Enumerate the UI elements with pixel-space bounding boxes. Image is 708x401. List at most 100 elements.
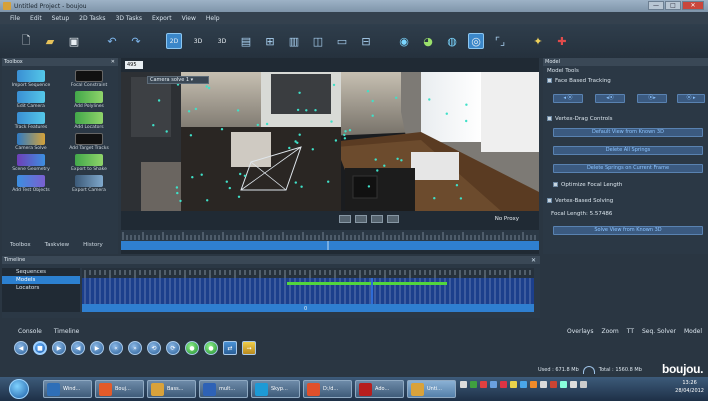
view-3d-alt-icon[interactable]: 3D: [214, 33, 230, 49]
menu-help[interactable]: Help: [206, 15, 220, 22]
vertex-solving-toggle[interactable]: Vertex-Based Solving: [547, 198, 613, 204]
step-back-icon[interactable]: ◀: [71, 341, 85, 355]
network-icon[interactable]: [580, 381, 587, 388]
planet-icon[interactable]: ◉: [396, 33, 412, 49]
tab-zoom[interactable]: Zoom: [601, 328, 618, 335]
minimize-button[interactable]: —: [648, 1, 664, 10]
tool-focal-constraint[interactable]: Focal Constraint: [60, 70, 118, 88]
maximize-button[interactable]: □: [665, 1, 681, 10]
tray-icon-3[interactable]: [480, 381, 487, 388]
menu-3d-tasks[interactable]: 3D Tasks: [116, 15, 142, 22]
new-file-icon[interactable]: 🗋: [18, 33, 34, 49]
prev-key-icon[interactable]: ⟲: [147, 341, 161, 355]
tray-icon-1[interactable]: [460, 381, 467, 388]
taskbar-item[interactable]: Unti...: [407, 380, 456, 398]
tray-icon-8[interactable]: [530, 381, 537, 388]
volume-icon[interactable]: [570, 381, 577, 388]
timeline-tracks[interactable]: 0: [82, 268, 534, 312]
vertex-drag-checkbox[interactable]: [547, 116, 552, 121]
menu-edit[interactable]: Edit: [30, 15, 42, 22]
system-clock[interactable]: 13:26 28/04/2012: [675, 379, 704, 395]
tray-icon-5[interactable]: [500, 381, 507, 388]
save-icon[interactable]: ▣: [66, 33, 82, 49]
loop-icon[interactable]: ⇄: [223, 341, 237, 355]
record-next-icon[interactable]: ●: [204, 341, 218, 355]
tree-item-sequences[interactable]: Sequences: [2, 268, 80, 276]
tab-tt[interactable]: TT: [627, 328, 634, 335]
view-2d-icon[interactable]: 2D: [166, 33, 182, 49]
face-tracking-checkbox[interactable]: [547, 78, 552, 83]
tray-icon-6[interactable]: [510, 381, 517, 388]
tab-console[interactable]: Console: [18, 328, 42, 335]
tree-item-models[interactable]: Models: [2, 276, 80, 284]
menu-view[interactable]: View: [182, 15, 196, 22]
grid-icon[interactable]: ⊞: [262, 33, 278, 49]
taskbar-item[interactable]: Wind...: [43, 380, 92, 398]
menu-2d-tasks[interactable]: 2D Tasks: [79, 15, 105, 22]
tab-toolbox[interactable]: Toolbox: [10, 242, 31, 248]
tool-track-features[interactable]: Track Features: [2, 112, 60, 130]
menu-file[interactable]: File: [10, 15, 20, 22]
tray-icon-10[interactable]: [550, 381, 557, 388]
delete-springs-frame-button[interactable]: Delete Springs on Current Frame: [553, 164, 703, 173]
tool-export-camera[interactable]: Export Camera: [60, 175, 118, 193]
play-icon[interactable]: ▶: [52, 341, 66, 355]
menu-export[interactable]: Export: [152, 15, 172, 22]
fast-forward-icon[interactable]: »: [128, 341, 142, 355]
focal-length-value[interactable]: 5.57486: [590, 211, 613, 217]
close-button[interactable]: ✕: [682, 1, 704, 10]
tool-add-locators[interactable]: Add Locators: [60, 112, 118, 130]
tool-add-polylines[interactable]: Add Polylines: [60, 91, 118, 109]
globe-icon[interactable]: ◕: [420, 33, 436, 49]
layout-split-icon[interactable]: ◫: [310, 33, 326, 49]
face-back-button[interactable]: ◂⦿: [595, 94, 625, 103]
tree-item-locators[interactable]: Locators: [2, 284, 80, 292]
tool-edit-camera[interactable]: Edit Camera: [2, 91, 60, 109]
viewport-ctrl-4[interactable]: [387, 215, 399, 223]
tool-scene-geometry[interactable]: Scene Geometry: [2, 154, 60, 172]
view-3d-icon[interactable]: 3D: [190, 33, 206, 49]
next-key-icon[interactable]: ⟳: [166, 341, 180, 355]
face-tracking-toggle[interactable]: Face Based Tracking: [547, 78, 611, 84]
default-view-button[interactable]: Default View from Known 3D: [553, 128, 703, 137]
layout-wide-icon[interactable]: ▭: [334, 33, 350, 49]
rewind-icon[interactable]: «: [109, 341, 123, 355]
tray-icon-9[interactable]: [540, 381, 547, 388]
optimize-focal-toggle[interactable]: Optimize Focal Length: [553, 182, 622, 188]
tool-add-test-objects[interactable]: Add Test Objects: [2, 175, 60, 193]
tray-icon-4[interactable]: [490, 381, 497, 388]
layout-icon[interactable]: ▥: [286, 33, 302, 49]
image-icon[interactable]: ▤: [238, 33, 254, 49]
frame-scrubber[interactable]: [121, 230, 539, 250]
marker-icon[interactable]: ✚: [554, 33, 570, 49]
face-next-button[interactable]: ⦿ ▸: [677, 94, 705, 103]
camera-solve-select[interactable]: Camera solve 1 ▾: [147, 76, 209, 84]
delete-all-springs-button[interactable]: Delete All Springs: [553, 146, 703, 155]
undo-icon[interactable]: ↶: [104, 33, 120, 49]
viewport-ctrl-1[interactable]: [339, 215, 351, 223]
vertex-solving-checkbox[interactable]: [547, 198, 552, 203]
layout-tiles-icon[interactable]: ⊟: [358, 33, 374, 49]
tray-icon-7[interactable]: [520, 381, 527, 388]
taskbar-item[interactable]: Bouj...: [95, 380, 144, 398]
tab-model[interactable]: Model: [684, 328, 702, 335]
redo-icon[interactable]: ↷: [128, 33, 144, 49]
vertex-drag-toggle[interactable]: Vertex-Drag Controls: [547, 116, 613, 122]
taskbar-item[interactable]: D:/d...: [303, 380, 352, 398]
face-prev-button[interactable]: ◂ ⦿: [553, 94, 583, 103]
tab-seq-solver[interactable]: Seq. Solver: [642, 328, 676, 335]
brackets-icon[interactable]: ⌜⌟: [492, 33, 508, 49]
tool-camera-solve[interactable]: Camera Solve: [2, 133, 60, 151]
tab-overlays[interactable]: Overlays: [567, 328, 593, 335]
target-icon[interactable]: ✦: [530, 33, 546, 49]
frame-number-field[interactable]: 495: [125, 61, 143, 69]
no-proxy-label[interactable]: No Proxy: [495, 216, 519, 222]
menu-setup[interactable]: Setup: [52, 15, 69, 22]
stop-icon[interactable]: ■: [33, 341, 47, 355]
timeline-close-icon[interactable]: ✕: [531, 257, 536, 264]
tab-history[interactable]: History: [83, 242, 103, 248]
camera-selected-icon[interactable]: ◎: [468, 33, 484, 49]
record-prev-icon[interactable]: ●: [185, 341, 199, 355]
viewport-ctrl-3[interactable]: [371, 215, 383, 223]
tray-icon-2[interactable]: [470, 381, 477, 388]
